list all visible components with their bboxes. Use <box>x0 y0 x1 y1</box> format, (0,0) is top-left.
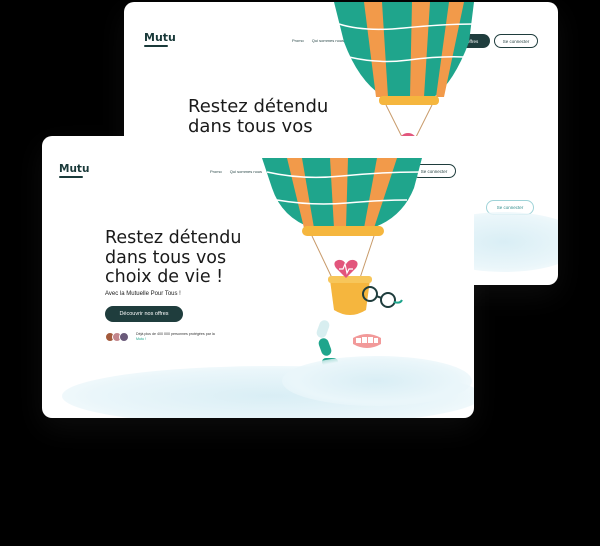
homepage-mockup-front: Mutu Promo Qui sommes nous Contact Actua… <box>42 136 474 418</box>
hero-headline: Restez détendu dans tous vos choix de vi… <box>105 228 242 288</box>
logo-underline <box>59 176 83 178</box>
brand-logo[interactable]: Mutu <box>144 31 176 47</box>
brand-logo[interactable]: Mutu <box>59 163 89 178</box>
glasses-icon <box>362 286 403 308</box>
social-proof-text: Déjà plus de 400 000 personnes protégées… <box>136 332 215 341</box>
nav-item-promo[interactable]: Promo <box>292 38 304 43</box>
cloud-decoration <box>282 356 472 406</box>
avatar <box>119 332 129 342</box>
heart-pulse-icon <box>334 259 358 278</box>
logo-underline <box>144 45 168 47</box>
hero-subtitle: Avec la Mutuelle Pour Tous ! <box>105 291 181 297</box>
login-button[interactable]: Se connecter <box>494 34 538 48</box>
teeth-icon <box>353 334 381 348</box>
discover-offers-button[interactable]: Découvrir nos offres <box>105 306 183 322</box>
nav-item-promo[interactable]: Promo <box>210 169 222 174</box>
customer-avatars <box>105 332 129 342</box>
